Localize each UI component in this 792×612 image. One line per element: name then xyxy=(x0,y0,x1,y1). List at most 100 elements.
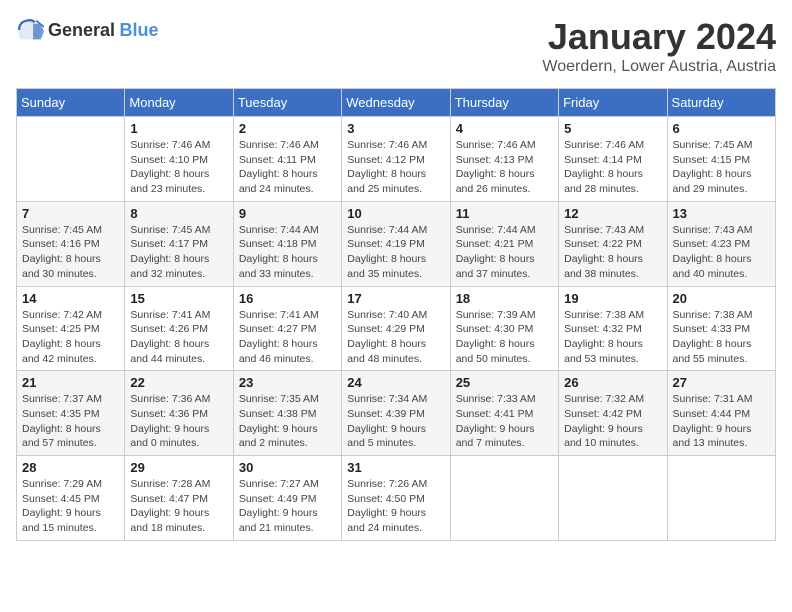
day-info: Sunrise: 7:45 AMSunset: 4:15 PMDaylight:… xyxy=(673,138,770,197)
table-row: 16 Sunrise: 7:41 AMSunset: 4:27 PMDayligh… xyxy=(233,286,341,371)
day-info: Sunrise: 7:46 AMSunset: 4:10 PMDaylight:… xyxy=(130,138,227,197)
day-number: 26 xyxy=(564,375,661,390)
table-row: 27Sunrise: 7:31 AMSunset: 4:44 PMDayligh… xyxy=(667,371,775,456)
table-row: 9 Sunrise: 7:44 AMSunset: 4:18 PMDaylight… xyxy=(233,201,341,286)
table-row xyxy=(667,456,775,541)
day-info: Sunrise: 7:45 AMSunset: 4:17 PMDaylight:… xyxy=(130,223,227,282)
calendar-week-row: 14Sunrise: 7:42 AMSunset: 4:25 PMDayligh… xyxy=(17,286,776,371)
day-number: 18 xyxy=(456,291,553,306)
table-row xyxy=(450,456,558,541)
day-number: 13 xyxy=(673,206,770,221)
table-row: 2Sunrise: 7:46 AMSunset: 4:11 PMDaylight… xyxy=(233,117,341,202)
table-row: 13 Sunrise: 7:43 AMSunset: 4:23 PMDayligh… xyxy=(667,201,775,286)
logo: General Blue xyxy=(16,16,159,44)
day-info: Sunrise: 7:36 AMSunset: 4:36 PMDaylight:… xyxy=(130,392,227,451)
day-info: Sunrise: 7:31 AMSunset: 4:44 PMDaylight:… xyxy=(673,392,770,451)
day-number: 21 xyxy=(22,375,119,390)
day-info: Sunrise: 7:34 AMSunset: 4:39 PMDaylight:… xyxy=(347,392,444,451)
table-row: 30 Sunrise: 7:27 AMSunset: 4:49 PMDayligh… xyxy=(233,456,341,541)
day-number: 29 xyxy=(130,460,227,475)
header-sunday: Sunday xyxy=(17,89,125,117)
header-tuesday: Tuesday xyxy=(233,89,341,117)
day-number: 4 xyxy=(456,121,553,136)
calendar-week-row: 1Sunrise: 7:46 AMSunset: 4:10 PMDaylight… xyxy=(17,117,776,202)
table-row xyxy=(559,456,667,541)
day-info: Sunrise: 7:27 AMSunset: 4:49 PMDaylight:… xyxy=(239,477,336,536)
table-row: 8 Sunrise: 7:45 AMSunset: 4:17 PMDaylight… xyxy=(125,201,233,286)
header-monday: Monday xyxy=(125,89,233,117)
day-number: 12 xyxy=(564,206,661,221)
day-number: 6 xyxy=(673,121,770,136)
day-info: Sunrise: 7:39 AMSunset: 4:30 PMDaylight:… xyxy=(456,308,553,367)
day-info: Sunrise: 7:26 AMSunset: 4:50 PMDaylight:… xyxy=(347,477,444,536)
day-info: Sunrise: 7:46 AMSunset: 4:11 PMDaylight:… xyxy=(239,138,336,197)
table-row: 4Sunrise: 7:46 AMSunset: 4:13 PMDaylight… xyxy=(450,117,558,202)
table-row: 1Sunrise: 7:46 AMSunset: 4:10 PMDaylight… xyxy=(125,117,233,202)
day-number: 28 xyxy=(22,460,119,475)
day-number: 9 xyxy=(239,206,336,221)
day-number: 31 xyxy=(347,460,444,475)
table-row: 12 Sunrise: 7:43 AMSunset: 4:22 PMDayligh… xyxy=(559,201,667,286)
day-number: 10 xyxy=(347,206,444,221)
location-subtitle: Woerdern, Lower Austria, Austria xyxy=(542,58,776,76)
table-row: 5Sunrise: 7:46 AMSunset: 4:14 PMDaylight… xyxy=(559,117,667,202)
day-info: Sunrise: 7:40 AMSunset: 4:29 PMDaylight:… xyxy=(347,308,444,367)
calendar-week-row: 21 Sunrise: 7:37 AMSunset: 4:35 PMDayligh… xyxy=(17,371,776,456)
table-row: 11 Sunrise: 7:44 AMSunset: 4:21 PMDayligh… xyxy=(450,201,558,286)
day-info: Sunrise: 7:37 AMSunset: 4:35 PMDaylight:… xyxy=(22,392,119,451)
day-info: Sunrise: 7:44 AMSunset: 4:21 PMDaylight:… xyxy=(456,223,553,282)
table-row: 23Sunrise: 7:35 AMSunset: 4:38 PMDayligh… xyxy=(233,371,341,456)
table-row: 28Sunrise: 7:29 AMSunset: 4:45 PMDayligh… xyxy=(17,456,125,541)
day-number: 8 xyxy=(130,206,227,221)
logo-icon xyxy=(16,16,44,44)
day-info: Sunrise: 7:38 AMSunset: 4:33 PMDaylight:… xyxy=(673,308,770,367)
day-number: 17 xyxy=(347,291,444,306)
day-info: Sunrise: 7:43 AMSunset: 4:22 PMDaylight:… xyxy=(564,223,661,282)
day-number: 25 xyxy=(456,375,553,390)
table-row: 7Sunrise: 7:45 AMSunset: 4:16 PMDaylight… xyxy=(17,201,125,286)
header-friday: Friday xyxy=(559,89,667,117)
day-number: 19 xyxy=(564,291,661,306)
day-number: 11 xyxy=(456,206,553,221)
day-info: Sunrise: 7:33 AMSunset: 4:41 PMDaylight:… xyxy=(456,392,553,451)
table-row: 26 Sunrise: 7:32 AMSunset: 4:42 PMDayligh… xyxy=(559,371,667,456)
table-row: 29 Sunrise: 7:28 AMSunset: 4:47 PMDayligh… xyxy=(125,456,233,541)
page-header: General Blue January 2024 Woerdern, Lowe… xyxy=(16,16,776,76)
day-info: Sunrise: 7:41 AMSunset: 4:27 PMDaylight:… xyxy=(239,308,336,367)
day-info: Sunrise: 7:43 AMSunset: 4:23 PMDaylight:… xyxy=(673,223,770,282)
day-info: Sunrise: 7:46 AMSunset: 4:12 PMDaylight:… xyxy=(347,138,444,197)
day-info: Sunrise: 7:45 AMSunset: 4:16 PMDaylight:… xyxy=(22,223,119,282)
day-number: 5 xyxy=(564,121,661,136)
day-number: 16 xyxy=(239,291,336,306)
header-thursday: Thursday xyxy=(450,89,558,117)
logo-blue: Blue xyxy=(120,20,159,40)
day-info: Sunrise: 7:28 AMSunset: 4:47 PMDaylight:… xyxy=(130,477,227,536)
calendar-week-row: 7Sunrise: 7:45 AMSunset: 4:16 PMDaylight… xyxy=(17,201,776,286)
day-number: 22 xyxy=(130,375,227,390)
day-info: Sunrise: 7:44 AMSunset: 4:18 PMDaylight:… xyxy=(239,223,336,282)
table-row: 17 Sunrise: 7:40 AMSunset: 4:29 PMDayligh… xyxy=(342,286,450,371)
day-info: Sunrise: 7:32 AMSunset: 4:42 PMDaylight:… xyxy=(564,392,661,451)
day-info: Sunrise: 7:44 AMSunset: 4:19 PMDaylight:… xyxy=(347,223,444,282)
day-number: 15 xyxy=(130,291,227,306)
day-number: 30 xyxy=(239,460,336,475)
table-row: 18 Sunrise: 7:39 AMSunset: 4:30 PMDayligh… xyxy=(450,286,558,371)
calendar-header-row: Sunday Monday Tuesday Wednesday Thursday… xyxy=(17,89,776,117)
header-saturday: Saturday xyxy=(667,89,775,117)
table-row: 6 Sunrise: 7:45 AMSunset: 4:15 PMDaylight… xyxy=(667,117,775,202)
day-number: 23 xyxy=(239,375,336,390)
table-row: 15Sunrise: 7:41 AMSunset: 4:26 PMDayligh… xyxy=(125,286,233,371)
title-area: January 2024 Woerdern, Lower Austria, Au… xyxy=(542,16,776,76)
table-row: 21 Sunrise: 7:37 AMSunset: 4:35 PMDayligh… xyxy=(17,371,125,456)
table-row: 20Sunrise: 7:38 AMSunset: 4:33 PMDayligh… xyxy=(667,286,775,371)
table-row: 19Sunrise: 7:38 AMSunset: 4:32 PMDayligh… xyxy=(559,286,667,371)
day-number: 24 xyxy=(347,375,444,390)
table-row: 22 Sunrise: 7:36 AMSunset: 4:36 PMDayligh… xyxy=(125,371,233,456)
logo-text: General Blue xyxy=(48,20,159,41)
day-number: 3 xyxy=(347,121,444,136)
month-title: January 2024 xyxy=(542,16,776,58)
table-row: 24 Sunrise: 7:34 AMSunset: 4:39 PMDayligh… xyxy=(342,371,450,456)
table-row: 10 Sunrise: 7:44 AMSunset: 4:19 PMDayligh… xyxy=(342,201,450,286)
day-number: 14 xyxy=(22,291,119,306)
calendar-week-row: 28Sunrise: 7:29 AMSunset: 4:45 PMDayligh… xyxy=(17,456,776,541)
